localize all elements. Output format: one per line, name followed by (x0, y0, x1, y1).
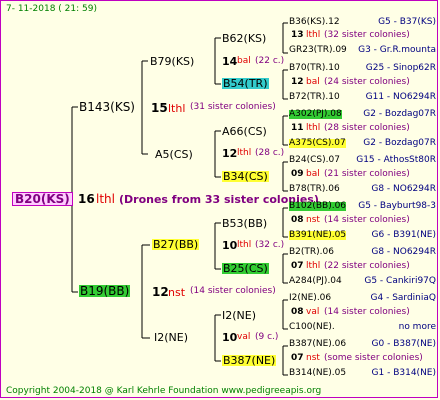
gen3-c1-queen: B53(BB) (222, 217, 268, 230)
gen1-bottom-pop: nst (168, 286, 186, 299)
gen4-sis: (32 sister colonies) (324, 30, 410, 40)
gen4-queen: B36(KS).12 (289, 17, 340, 27)
gen4-num: 07 (291, 353, 304, 363)
gen4-num: 09 (291, 169, 304, 179)
gen4-pop: nst (306, 353, 320, 363)
gen4-sis: (28 sister colonies) (324, 123, 410, 133)
gen2-b-num: 12 (222, 147, 238, 160)
gen4-breeding-info: G8 - NO6294R (371, 184, 436, 194)
header-date: 7- 11-2018 ( 21: 59) (6, 4, 97, 14)
gen4-sis: (some sister colonies) (324, 353, 423, 363)
gen4-queen: C100(NE). (289, 322, 335, 332)
gen4-breeding-info: G15 - AthosSt80R (356, 155, 436, 165)
gen3-b1-queen: A66(CS) (222, 125, 267, 138)
gen4-queen: I2(NE).06 (289, 293, 332, 303)
gen4-sis: (24 sister colonies) (324, 77, 410, 87)
gen3-a1-queen: B62(KS) (222, 32, 267, 45)
gen2-a-num: 14 (222, 55, 238, 68)
gen2-d-queen: I2(NE) (154, 331, 189, 344)
gen2-b-pop: lthl (237, 148, 252, 158)
gen2-a-pop: bal (237, 56, 251, 66)
gen4-queen: A302(PJ).08 (289, 109, 342, 119)
gen4-num: 11 (291, 123, 304, 133)
gen2-d-pop: val (237, 332, 251, 342)
gen4-breeding-info: G11 - NO6294R (365, 92, 436, 102)
gen4-queen: B387(NE).06 (289, 339, 347, 349)
gen4-num: 13 (291, 30, 304, 40)
gen1-bottom-queen: B19(BB) (79, 284, 131, 298)
gen4-queen: GR23(TR).09 (289, 45, 347, 55)
gen2-c-sis: (32 c.) (255, 240, 285, 250)
gen4-queen: B78(TR).06 (289, 184, 340, 194)
footer-copyright: Copyright 2004-2018 @ Karl Kehrle Founda… (6, 386, 322, 396)
gen4-breeding-info: no more (398, 322, 436, 332)
gen4-breeding-info: G2 - Bozdag07R (363, 138, 436, 148)
gen4-queen: B391(NE).05 (289, 230, 347, 240)
gen1-bottom-sis: (14 sister colonies) (190, 286, 276, 296)
gen3-d1-queen: I2(NE) (222, 309, 257, 322)
gen4-pop: lthl (306, 261, 321, 271)
gen4-breeding-info: G5 - B37(KS) (378, 17, 436, 27)
gen2-a-queen: B79(KS) (150, 55, 195, 68)
gen1-bottom-num: 12 (152, 285, 169, 299)
gen4-queen: B72(TR).10 (289, 92, 340, 102)
gen4-queen: A284(PJ).04 (289, 276, 342, 286)
gen2-b-queen: A5(CS) (155, 148, 193, 161)
gen3-a2-queen: B54(TR) (222, 77, 269, 90)
gen3-d2-queen: B387(NE) (222, 354, 277, 367)
root-queen: B20(KS) (12, 192, 73, 206)
gen4-breeding-info: G8 - NO6294R (371, 247, 436, 257)
gen4-breeding-info: G5 - Bayburt98-3 (358, 201, 436, 211)
gen4-breeding-info: G5 - Cankiri97Q (364, 276, 436, 286)
gen4-num: 08 (291, 215, 304, 225)
gen2-c-pop: lthl (237, 240, 252, 250)
gen4-pop: bal (306, 77, 320, 87)
gen1-top-sis: (31 sister colonies) (190, 102, 276, 112)
gen3-c2-queen: B25(CS) (222, 262, 269, 275)
gen1-top-pop: lthl (168, 102, 186, 115)
gen4-sis: (22 sister colonies) (324, 261, 410, 271)
gen4-breeding-info: G25 - Sinop62R (365, 63, 436, 73)
gen4-breeding-info: G1 - B314(NE) (371, 368, 436, 378)
gen4-queen: B314(NE).05 (289, 368, 347, 378)
gen1-top-queen: B143(KS) (79, 100, 135, 114)
gen4-breeding-info: G3 - Gr.R.mounta (358, 45, 436, 55)
gen2-c-num: 10 (222, 239, 238, 252)
gen4-sis: (14 sister colonies) (324, 215, 410, 225)
gen4-pop: lthl (306, 123, 321, 133)
gen4-sis: (21 sister colonies) (324, 169, 410, 179)
gen2-d-num: 10 (222, 331, 238, 344)
gen4-num: 07 (291, 261, 304, 271)
gen4-num: 12 (291, 77, 304, 87)
gen4-queen: B24(CS).07 (289, 155, 340, 165)
gen4-queen: A375(CS).07 (289, 138, 346, 148)
gen2-a-sis: (22 c.) (255, 56, 285, 66)
gen4-breeding-info: G4 - SardiniaQ (370, 293, 436, 303)
gen4-num: 08 (291, 307, 304, 317)
root-num: 16 (78, 192, 95, 206)
gen2-c-queen: B27(BB) (152, 238, 200, 251)
gen2-d-sis: (9 c.) (255, 332, 279, 342)
gen4-pop: bal (306, 169, 320, 179)
gen4-queen: B2(TR).06 (289, 247, 334, 257)
gen4-breeding-info: G2 - Bozdag07R (363, 109, 436, 119)
gen4-sis: (14 sister colonies) (324, 307, 410, 317)
gen4-pop: lthl (306, 30, 321, 40)
gen1-top-num: 15 (151, 101, 168, 115)
gen3-b2-queen: B34(CS) (222, 170, 269, 183)
gen4-pop: nst (306, 215, 320, 225)
gen4-breeding-info: G0 - B387(NE) (371, 339, 436, 349)
gen4-pop: val (306, 307, 320, 317)
gen4-breeding-info: G6 - B391(NE) (371, 230, 436, 240)
gen4-queen: B102(BB).06 (289, 201, 347, 211)
gen4-queen: B70(TR).10 (289, 63, 340, 73)
gen2-b-sis: (28 c.) (255, 148, 285, 158)
root-pop: lthl (96, 192, 115, 206)
